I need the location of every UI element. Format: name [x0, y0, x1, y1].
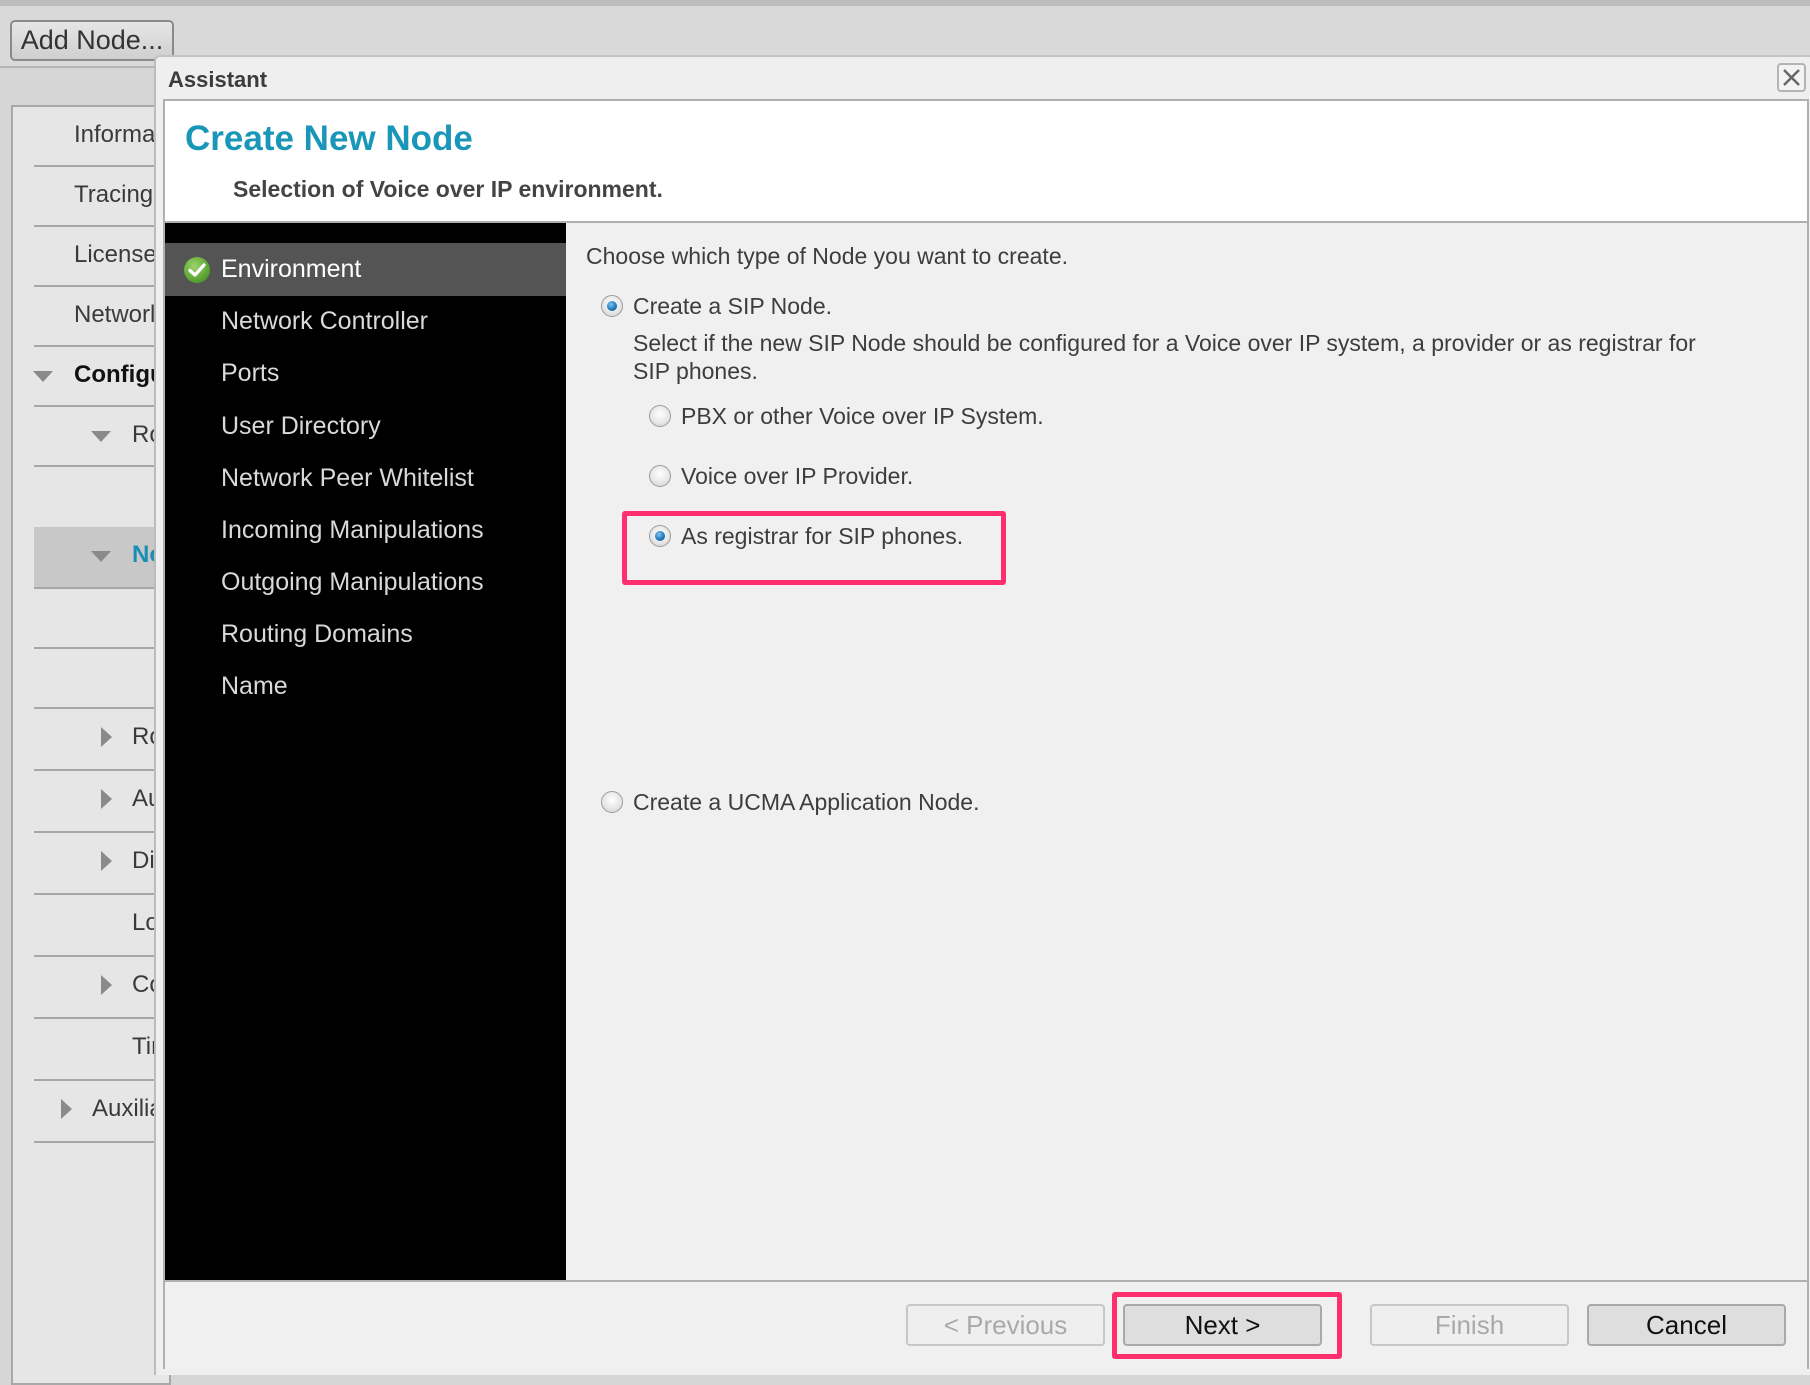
sip-node-description: Select if the new SIP Node should be con… — [633, 330, 1696, 356]
sip-node-description-cont: SIP phones. — [633, 358, 758, 384]
step-label: Outgoing Manipulations — [221, 568, 484, 596]
nav-item-tracing[interactable]: Tracing — [34, 167, 174, 227]
step-label: Ports — [221, 359, 280, 387]
dialog-title: Assistant — [168, 67, 268, 92]
step-content: Choose which type of Node you want to cr… — [566, 223, 1807, 1280]
close-x-icon — [1783, 69, 1800, 86]
highlight-box-next — [1112, 1292, 1342, 1359]
nav-item-auxiliary[interactable]: Auxiliar — [34, 1081, 174, 1143]
step-routing-domains[interactable]: Routing Domains — [165, 608, 566, 661]
voip-provider-label: Voice over IP Provider. — [681, 463, 914, 489]
checkmark-icon — [184, 257, 210, 283]
page-title: Create New Node — [185, 119, 473, 158]
nav-item-route[interactable]: Rou — [34, 709, 176, 771]
ucma-radio[interactable] — [601, 791, 623, 813]
triangle-right-icon[interactable] — [101, 727, 112, 747]
step-label: Network Peer Whitelist — [221, 464, 474, 492]
dialog-header: Create New Node Selection of Voice over … — [165, 101, 1807, 223]
nav-item-blank — [34, 649, 174, 709]
step-environment[interactable]: Environment — [165, 243, 566, 296]
assistant-dialog: Assistant Create New Node Selection of V… — [154, 55, 1810, 1375]
nav-item-con[interactable]: Cor — [34, 957, 174, 1019]
step-label: Incoming Manipulations — [221, 516, 484, 544]
nav-item-blank — [34, 467, 174, 527]
step-network-peer-whitelist[interactable]: Network Peer Whitelist — [165, 452, 566, 505]
nav-item-directory[interactable]: Dire — [34, 833, 176, 895]
cancel-button[interactable]: Cancel — [1587, 1304, 1786, 1346]
triangle-down-icon[interactable] — [91, 551, 111, 562]
step-label: Name — [221, 672, 288, 700]
nav-item-time[interactable]: Tim — [34, 1019, 174, 1081]
nav-item-nodes[interactable]: Noc — [34, 527, 177, 589]
wizard-steps: Environment Network Controller Ports Use… — [165, 223, 566, 1280]
triangle-right-icon[interactable] — [101, 975, 112, 995]
step-user-directory[interactable]: User Directory — [165, 400, 566, 453]
highlight-box-registrar — [622, 511, 1006, 585]
triangle-right-icon[interactable] — [101, 851, 112, 871]
nav-item-network[interactable]: Networl — [34, 287, 174, 347]
step-label: Routing Domains — [221, 620, 413, 648]
nav-item-configuration[interactable]: Configu — [13, 347, 174, 407]
step-outgoing-manipulations[interactable]: Outgoing Manipulations — [165, 556, 566, 609]
triangle-right-icon[interactable] — [101, 789, 112, 809]
close-button[interactable] — [1777, 63, 1806, 92]
dialog-footer: < Previous Next > Finish Cancel — [165, 1280, 1807, 1369]
nav-item-load[interactable]: Loa — [34, 895, 174, 957]
nav-item-label: Tracing — [74, 181, 154, 208]
content-prompt: Choose which type of Node you want to cr… — [586, 243, 1069, 269]
finish-button[interactable]: Finish — [1370, 1304, 1569, 1346]
dialog-body: Create New Node Selection of Voice over … — [163, 99, 1809, 1369]
triangle-down-icon[interactable] — [91, 431, 111, 442]
step-label: User Directory — [221, 412, 381, 440]
ucma-label: Create a UCMA Application Node. — [633, 789, 980, 815]
previous-button[interactable]: < Previous — [906, 1304, 1105, 1346]
step-incoming-manipulations[interactable]: Incoming Manipulations — [165, 504, 566, 557]
pbx-label: PBX or other Voice over IP System. — [681, 403, 1044, 429]
left-nav-panel: Informa Tracing License Networl Configu … — [11, 105, 177, 1385]
page-subtitle: Selection of Voice over IP environment. — [233, 176, 663, 202]
step-ports[interactable]: Ports — [165, 347, 566, 400]
sip-node-radio[interactable] — [601, 295, 623, 317]
nav-item-blank — [34, 589, 174, 649]
pbx-radio[interactable] — [649, 405, 671, 427]
step-label: Environment — [221, 255, 362, 283]
nav-item-authentication[interactable]: Autl — [34, 771, 174, 833]
nav-item-label: Networl — [74, 301, 156, 328]
triangle-down-icon[interactable] — [33, 371, 53, 382]
sip-node-label: Create a SIP Node. — [633, 293, 833, 319]
nav-item-routing[interactable]: Rou — [34, 407, 176, 467]
step-name[interactable]: Name — [165, 660, 566, 713]
voip-provider-radio[interactable] — [649, 465, 671, 487]
step-network-controller[interactable]: Network Controller — [165, 295, 566, 348]
nav-item-label: License — [74, 241, 157, 268]
nav-item-label: Informa — [74, 121, 156, 148]
nav-item-license[interactable]: License — [34, 227, 174, 287]
add-node-button[interactable]: Add Node... — [10, 20, 174, 61]
triangle-right-icon[interactable] — [61, 1099, 72, 1119]
nav-item-label: Configu — [74, 361, 165, 388]
step-label: Network Controller — [221, 307, 429, 335]
nav-item-information[interactable]: Informa — [34, 107, 174, 167]
